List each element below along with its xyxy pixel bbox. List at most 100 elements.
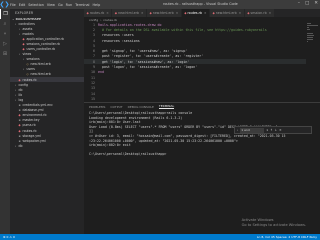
- file-icon: ▪: [18, 108, 21, 113]
- maximize-icon[interactable]: □: [305, 1, 309, 6]
- folder-icon: ›: [14, 143, 17, 148]
- ruby-file-icon: ◆: [18, 123, 21, 128]
- bottom-panel: PROBLEMS OUTPUT DEBUG CONSOLE TERMINAL C:\U…: [84, 102, 320, 234]
- folder-icon: ›: [14, 87, 17, 92]
- code-text: post 'register', to: 'users#create', as:…: [98, 54, 204, 59]
- files-icon[interactable]: ❐: [0, 9, 10, 19]
- close-tab-icon[interactable]: ✕: [239, 11, 242, 15]
- ruby-file-icon: ◆: [22, 36, 25, 41]
- panel-tab[interactable]: TERMINAL: [158, 104, 175, 109]
- folder-icon: ›: [18, 31, 21, 36]
- folder-icon: ›: [14, 97, 17, 102]
- panel-tab[interactable]: DEBUG CONSOLE: [128, 105, 154, 109]
- title-bar: ❮❯ File Edit Selection View Go Run Termi…: [0, 0, 320, 9]
- terminal-line: C:\Users\personal\Desktop\railsusthapp>: [89, 152, 167, 157]
- ruby-file-icon: ◆: [18, 128, 21, 133]
- file-tree-label: sessions: [26, 57, 40, 62]
- find-input[interactable]: [240, 127, 265, 133]
- close-icon[interactable]: ✕: [314, 1, 318, 6]
- ruby-file-icon: ◆: [149, 11, 152, 15]
- minimap-line: [307, 33, 313, 34]
- menu-help[interactable]: Help: [93, 3, 101, 7]
- tab-label: session.rb: [250, 11, 267, 15]
- line-number: 14: [91, 91, 95, 96]
- erb-file-icon: ◇: [26, 62, 29, 67]
- editor-tab[interactable]: ◆ new.html.erb ✕: [112, 9, 147, 17]
- find-counter: 1: [266, 128, 269, 132]
- ruby-file-icon: ◆: [212, 11, 215, 15]
- menu-edit[interactable]: Edit: [19, 3, 26, 7]
- file-tree-label: db: [18, 143, 23, 148]
- line-number: 7: [93, 54, 95, 59]
- minimap[interactable]: [306, 22, 320, 102]
- code-text: post 'logon', to: 'sessions#create', as:…: [98, 65, 198, 70]
- tab-label: new.html.erb: [152, 11, 174, 15]
- folder-icon: ›: [14, 92, 17, 97]
- arrow-up-icon[interactable]: ↑: [270, 128, 273, 132]
- source-control-icon[interactable]: ⑂: [0, 29, 10, 39]
- file-tree-label: routes.rb: [22, 128, 37, 133]
- panel-tab[interactable]: OUTPUT: [110, 105, 122, 109]
- menu-view[interactable]: View: [47, 3, 55, 7]
- terminal-line: => #<User id: 3, email: "hossain@mail.co…: [89, 133, 286, 138]
- editor-tab[interactable]: ◆ routes.rb ✕: [181, 9, 210, 17]
- minimize-icon[interactable]: –: [298, 1, 300, 6]
- close-tab-icon[interactable]: ✕: [106, 11, 109, 15]
- search-icon[interactable]: ⌕: [0, 19, 10, 29]
- file-icon: ▪: [18, 138, 21, 143]
- file-tree-item[interactable]: › db: [10, 143, 84, 148]
- file-tree-label: assets: [22, 26, 33, 31]
- line-number: 2: [93, 27, 95, 32]
- extensions-icon[interactable]: ⊞: [0, 49, 10, 59]
- minimap-line: [307, 35, 314, 36]
- window-title: routes.rb - railsusthapp - Visual Studio…: [163, 2, 238, 6]
- editor-tab[interactable]: ◆ routes.rb ✕: [84, 9, 113, 17]
- close-tab-icon[interactable]: ✕: [176, 11, 179, 15]
- line-number: 8: [93, 59, 95, 64]
- code-editor[interactable]: 1 Rails.application.routes.draw do 2 # For…: [84, 22, 320, 102]
- breadcrumb-item[interactable]: config: [89, 18, 98, 22]
- code-text: end: [98, 70, 104, 75]
- file-tree-label: log: [18, 97, 24, 102]
- menu-terminal[interactable]: Terminal: [75, 3, 89, 7]
- panel-tab[interactable]: PROBLEMS: [89, 105, 105, 109]
- window-controls: – □ ✕: [298, 1, 318, 6]
- menu-go[interactable]: Go: [58, 3, 63, 7]
- file-tree-label: lib: [18, 92, 23, 97]
- editor-tab[interactable]: ◆ new.html.erb ✕: [146, 9, 182, 17]
- folder-icon: ›: [22, 67, 25, 72]
- close-tab-icon[interactable]: ✕: [204, 11, 207, 15]
- run-debug-icon[interactable]: ▷: [0, 39, 10, 49]
- folder-icon: ›: [22, 57, 25, 62]
- menu-run[interactable]: Run: [66, 3, 73, 7]
- code-text: resources :users: [98, 33, 134, 38]
- arrow-down-icon[interactable]: ↓: [275, 128, 278, 132]
- breadcrumb-item[interactable]: routes.rb: [103, 18, 117, 22]
- tab-label: new.html.erb: [215, 11, 237, 15]
- menu-file[interactable]: File: [10, 3, 16, 7]
- line-number: 10: [91, 70, 95, 75]
- line-number: 13: [91, 86, 95, 91]
- close-tab-icon[interactable]: ✕: [269, 11, 272, 15]
- folder-icon: ›: [14, 82, 17, 87]
- line-number: 12: [91, 80, 95, 85]
- problems-status[interactable]: ⊗ 0 ⚠ 0: [3, 235, 15, 239]
- editor-status[interactable]: Ln 8, Col 45 Spaces: 2 UTF-8 CRLF Ruby: [257, 235, 317, 239]
- editor-tab[interactable]: ◆ new.html.erb ✕: [209, 9, 245, 17]
- close-tab-icon[interactable]: ✕: [141, 11, 144, 15]
- minimap-line: [307, 37, 313, 38]
- file-icon: ▪: [18, 118, 21, 123]
- explorer-sidebar: EXPLORER ⌄ RAILSUSTHAPP › controllers › ass…: [10, 9, 84, 234]
- chevron-right-icon[interactable]: ›: [237, 128, 238, 132]
- line-number: 6: [93, 49, 95, 54]
- tab-label: routes.rb: [89, 11, 105, 15]
- close-icon[interactable]: ✕: [279, 128, 282, 132]
- editor-tab[interactable]: ◆ session.rb ✕: [244, 9, 275, 17]
- file-tree-label: environment.rb: [22, 113, 47, 118]
- code-text: Rails.application.routes.draw do: [98, 22, 162, 27]
- activity-bar: ❐ ⌕ ⑂ ▷ ⊞: [0, 9, 10, 234]
- menu-bar: File Edit Selection View Go Run Terminal…: [9, 3, 100, 7]
- menu-selection[interactable]: Selection: [28, 3, 44, 7]
- line-number: 4: [93, 38, 95, 43]
- file-tree-label: sessions_controller.rb: [26, 41, 60, 46]
